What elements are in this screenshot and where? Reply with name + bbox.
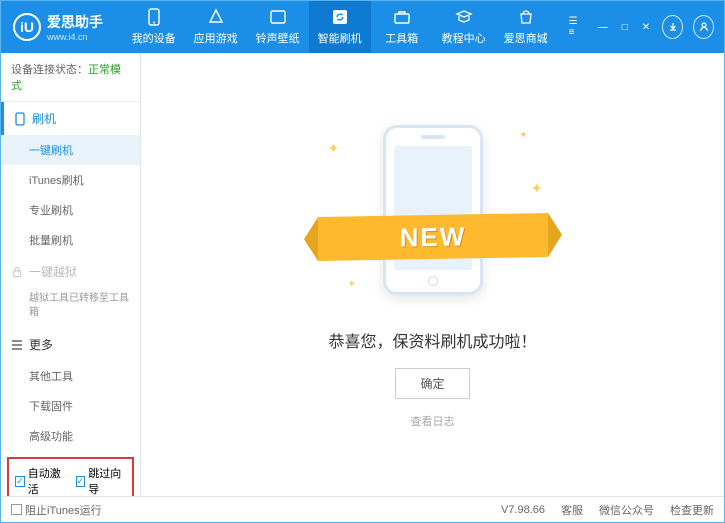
update-link[interactable]: 检查更新 bbox=[670, 502, 714, 518]
status-bar: 阻止iTunes运行 V7.98.66 客服 微信公众号 检查更新 bbox=[1, 496, 724, 522]
checkbox-unchecked-icon bbox=[11, 504, 22, 515]
download-icon[interactable] bbox=[662, 15, 683, 39]
minimize-icon[interactable]: — bbox=[596, 20, 610, 35]
checkbox-checked-icon: ✓ bbox=[15, 476, 25, 487]
main-nav: 我的设备 应用游戏 铃声壁纸 智能刷机 工具箱 教程中心 bbox=[123, 1, 557, 53]
menu-icon[interactable]: ☰ ≡ bbox=[567, 14, 586, 40]
ok-button[interactable]: 确定 bbox=[395, 368, 469, 399]
checkbox-label: 跳过向导 bbox=[88, 465, 126, 496]
toolbox-icon bbox=[393, 8, 411, 26]
logo-area: iU 爱思助手 www.i4.cn bbox=[1, 12, 123, 42]
sidebar-item-itunesflash[interactable]: iTunes刷机 bbox=[1, 165, 140, 195]
app-window: iU 爱思助手 www.i4.cn 我的设备 应用游戏 铃声壁纸 智能刷机 bbox=[0, 0, 725, 523]
support-link[interactable]: 客服 bbox=[561, 502, 583, 518]
maximize-icon[interactable]: □ bbox=[620, 20, 630, 35]
options-box: ✓ 自动激活 ✓ 跳过向导 bbox=[7, 457, 134, 496]
sidebar-title-label: 更多 bbox=[29, 336, 53, 353]
nav-label: 工具箱 bbox=[385, 30, 418, 46]
main-content: ✦ ✦ ✦ ✦ NEW 恭喜您，保资料刷机成功啦！ 确定 查看日志 bbox=[141, 53, 724, 496]
success-illustration: ✦ ✦ ✦ ✦ NEW bbox=[318, 120, 548, 300]
checkbox-auto-activate[interactable]: ✓ 自动激活 bbox=[15, 465, 66, 496]
app-subtitle: www.i4.cn bbox=[47, 32, 103, 42]
logo-icon: iU bbox=[13, 13, 41, 41]
checkbox-label: 自动激活 bbox=[28, 465, 66, 496]
store-icon bbox=[517, 8, 535, 26]
body: 设备连接状态：正常模式 刷机 一键刷机 iTunes刷机 专业刷机 批量刷机 一… bbox=[1, 53, 724, 496]
sidebar: 设备连接状态：正常模式 刷机 一键刷机 iTunes刷机 专业刷机 批量刷机 一… bbox=[1, 53, 141, 496]
nav-tutorials[interactable]: 教程中心 bbox=[433, 1, 495, 53]
list-icon bbox=[11, 340, 23, 350]
user-icon[interactable] bbox=[693, 15, 714, 39]
sidebar-flash-title[interactable]: 刷机 bbox=[1, 102, 140, 135]
refresh-icon bbox=[331, 8, 349, 26]
sidebar-title-label: 刷机 bbox=[32, 110, 56, 127]
apps-icon bbox=[207, 8, 225, 26]
sidebar-item-batchflash[interactable]: 批量刷机 bbox=[1, 225, 140, 255]
sidebar-item-advanced[interactable]: 高级功能 bbox=[1, 421, 140, 451]
sidebar-item-proflash[interactable]: 专业刷机 bbox=[1, 195, 140, 225]
view-log-link[interactable]: 查看日志 bbox=[411, 413, 455, 429]
jailbreak-note: 越狱工具已转移至工具箱 bbox=[1, 288, 140, 328]
nav-my-device[interactable]: 我的设备 bbox=[123, 1, 185, 53]
checkbox-checked-icon: ✓ bbox=[76, 476, 86, 487]
nav-ringtones[interactable]: 铃声壁纸 bbox=[247, 1, 309, 53]
title-bar: iU 爱思助手 www.i4.cn 我的设备 应用游戏 铃声壁纸 智能刷机 bbox=[1, 1, 724, 53]
nav-store[interactable]: 爱思商城 bbox=[495, 1, 557, 53]
close-icon[interactable]: ✕ bbox=[640, 20, 652, 35]
nav-toolbox[interactable]: 工具箱 bbox=[371, 1, 433, 53]
app-title: 爱思助手 bbox=[47, 12, 103, 32]
checkbox-skip-guide[interactable]: ✓ 跳过向导 bbox=[76, 465, 127, 496]
lock-icon bbox=[11, 266, 23, 278]
window-controls: ☰ ≡ — □ ✕ bbox=[557, 14, 724, 40]
nav-label: 教程中心 bbox=[442, 30, 486, 46]
sidebar-more-title[interactable]: 更多 bbox=[1, 328, 140, 361]
nav-label: 铃声壁纸 bbox=[256, 30, 300, 46]
sidebar-item-othertools[interactable]: 其他工具 bbox=[1, 361, 140, 391]
sidebar-title-label: 一键越狱 bbox=[29, 263, 77, 280]
phone-icon bbox=[145, 8, 163, 26]
sidebar-item-quickflash[interactable]: 一键刷机 bbox=[1, 135, 140, 165]
nav-flash[interactable]: 智能刷机 bbox=[309, 1, 371, 53]
connection-status: 设备连接状态：正常模式 bbox=[1, 53, 140, 102]
nav-label: 爱思商城 bbox=[504, 30, 548, 46]
success-message: 恭喜您，保资料刷机成功啦！ bbox=[328, 328, 536, 352]
phone-graphic bbox=[383, 125, 483, 295]
nav-label: 应用游戏 bbox=[194, 30, 238, 46]
status-label: 设备连接状态： bbox=[11, 64, 88, 76]
checkbox-block-itunes[interactable]: 阻止iTunes运行 bbox=[11, 502, 102, 518]
sidebar-jailbreak-title[interactable]: 一键越狱 bbox=[1, 255, 140, 288]
wechat-link[interactable]: 微信公众号 bbox=[599, 502, 654, 518]
nav-label: 我的设备 bbox=[132, 30, 176, 46]
checkbox-label: 阻止iTunes运行 bbox=[25, 502, 102, 518]
ribbon-text: NEW bbox=[399, 221, 466, 253]
tutorial-icon bbox=[455, 8, 473, 26]
nav-label: 智能刷机 bbox=[318, 30, 362, 46]
new-ribbon: NEW bbox=[318, 213, 548, 261]
sidebar-item-downloadfw[interactable]: 下载固件 bbox=[1, 391, 140, 421]
wallpaper-icon bbox=[269, 8, 287, 26]
version-label: V7.98.66 bbox=[501, 504, 545, 516]
phone-small-icon bbox=[14, 112, 26, 126]
logo-text: 爱思助手 www.i4.cn bbox=[47, 12, 103, 42]
nav-apps[interactable]: 应用游戏 bbox=[185, 1, 247, 53]
